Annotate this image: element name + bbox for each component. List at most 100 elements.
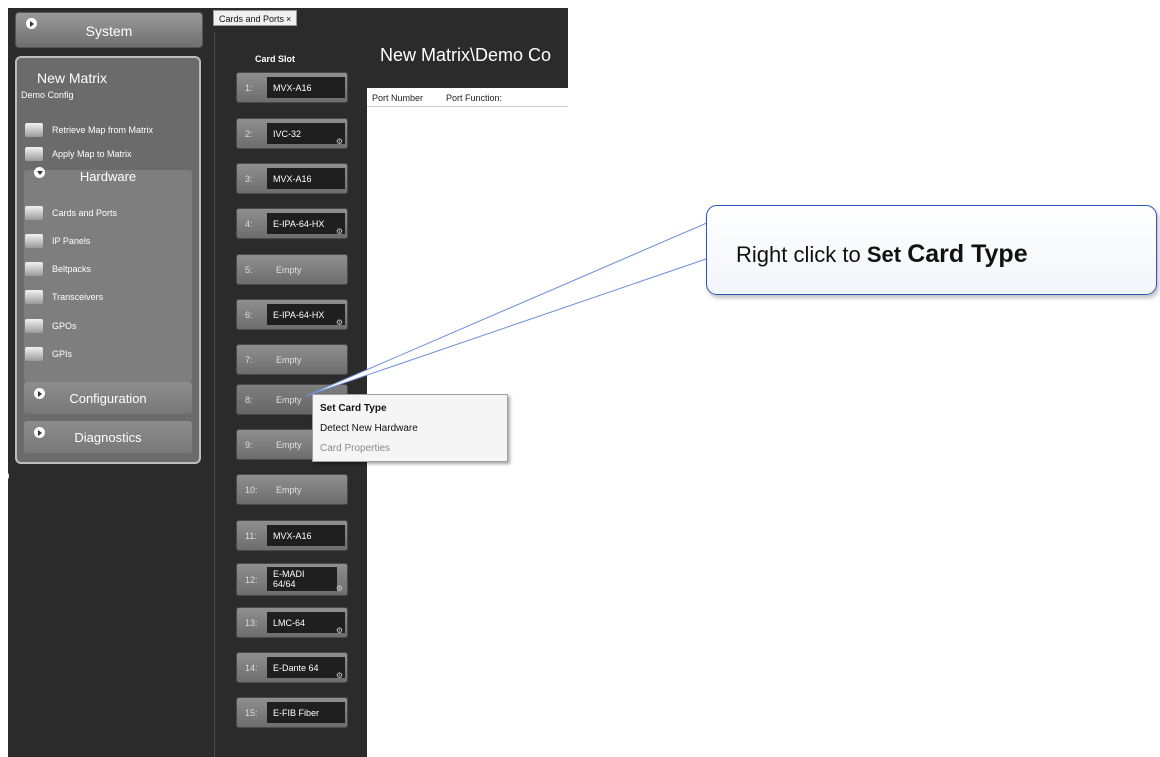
sidebar-item-transceivers[interactable]: Transceivers [25,287,103,307]
card-slot[interactable]: 4: E-IPA-64-HX ⚙ [236,208,348,239]
callout-box: Right click to Set Card Type [706,205,1157,295]
card-type: Empty [276,355,302,365]
transceiver-icon [25,290,43,304]
hardware-header[interactable]: Hardware [24,162,192,194]
card-slot[interactable]: 11: MVX-A16 [236,520,348,551]
card-type: Empty [276,265,302,275]
slot-number: 7: [245,355,253,365]
retrieve-map-button[interactable]: Retrieve Map from Matrix [25,120,153,140]
sidebar-item-beltpacks[interactable]: Beltpacks [25,259,91,279]
menu-item-detect-new-hardware[interactable]: Detect New Hardware [320,423,418,434]
card-slot[interactable]: 13: LMC-64 ⚙ [236,607,348,638]
menu-item-card-properties: Card Properties [320,443,391,454]
card-type: E-MADI 64/64 [267,567,337,591]
sidebar-item-gpos[interactable]: GPOs [25,316,77,336]
retrieve-map-label: Retrieve Map from Matrix [52,125,154,135]
callout-bold-set: Set [866,242,902,267]
gear-icon: ⚙ [335,318,343,327]
ip-panels-icon [25,234,43,248]
card-type: IVC-32 [267,123,345,144]
card-slot[interactable]: 5: Empty [236,254,348,285]
configuration-header[interactable]: Configuration [24,382,192,414]
card-slot[interactable]: 15: E-FIB Fiber [236,697,348,728]
sidebar-item-label: Beltpacks [52,264,92,274]
slot-number: 2: [245,129,253,139]
system-button[interactable]: System [15,12,203,48]
column-header-port-function[interactable]: Port Function: [446,93,502,103]
sidebar-item-label: Transceivers [52,292,104,302]
card-type: Empty [276,485,302,495]
app-window: System New Matrix Demo Config Retrieve M… [8,8,568,757]
page-title: New Matrix\Demo Co [380,45,552,65]
diagnostics-header[interactable]: Diagnostics [24,421,192,453]
card-slot[interactable]: 2: IVC-32 ⚙ [236,118,348,149]
main-header: New Matrix\Demo Co [367,32,568,88]
sidebar-item-label: Cards and Ports [52,208,118,218]
sidebar-item-gpis[interactable]: GPIs [25,344,72,364]
slot-number: 1: [245,83,253,93]
diagnostics-label: Diagnostics [74,430,142,445]
slot-number: 15: [245,708,258,718]
card-type: E-IPA-64-HX [267,304,345,325]
gear-icon: ⚙ [335,137,343,146]
slot-number: 6: [245,310,253,320]
card-slot[interactable]: 14: E-Dante 64 ⚙ [236,652,348,683]
card-slot-header: Card Slot [254,54,295,64]
gear-icon: ⚙ [335,584,343,593]
card-slot[interactable]: 6: E-IPA-64-HX ⚙ [236,299,348,330]
slot-number: 8: [245,395,253,405]
card-type: E-FIB Fiber [267,702,345,723]
card-slot[interactable]: 1: MVX-A16 [236,72,348,103]
sidebar-item-label: GPIs [52,349,73,359]
card-type: Empty [276,395,302,405]
header-divider [367,106,568,107]
slot-number: 10: [245,485,258,495]
sidebar-item-label: IP Panels [52,236,91,246]
card-type: Empty [276,440,302,450]
gear-icon: ⚙ [335,626,343,635]
slot-number: 4: [245,219,253,229]
apply-map-label: Apply Map to Matrix [52,149,132,159]
slot-number: 3: [245,174,253,184]
sidebar-item-ip-panels[interactable]: IP Panels [25,231,90,251]
slot-number: 11: [245,531,257,541]
slot-number: 14: [245,663,258,673]
sidebar-resize-handle[interactable] [8,470,9,482]
beltpack-icon [25,262,43,276]
card-type: LMC-64 [267,612,345,633]
system-label: System [85,23,133,39]
slot-number: 9: [245,440,253,450]
configuration-label: Configuration [69,391,147,406]
callout-bold-card-type: Card Type [907,240,1028,268]
gpo-icon [25,319,43,333]
callout-text: Right click to Set Card Type [736,240,1028,269]
column-header-port-number[interactable]: Port Number [372,93,423,103]
matrix-subtitle: Demo Config [21,90,74,100]
sidebar-item-cards-and-ports[interactable]: Cards and Ports [25,203,117,223]
retrieve-map-icon [25,123,43,137]
menu-item-set-card-type[interactable]: Set Card Type [320,403,387,414]
card-type: E-Dante 64 [267,657,345,678]
card-slot[interactable]: 10: Empty [236,474,348,505]
card-slot[interactable]: 12: E-MADI 64/64 ⚙ [236,563,348,596]
card-slot[interactable]: 7: Empty [236,344,348,375]
callout-prefix: Right click to [736,242,867,267]
tab-label: Cards and Ports [219,14,285,24]
card-type: E-IPA-64-HX [267,213,345,234]
sidebar-item-label: GPOs [52,321,77,331]
tab-cards-and-ports[interactable]: Cards and Ports × [213,10,298,26]
card-type: MVX-A16 [267,525,345,546]
hardware-label: Hardware [79,169,137,184]
close-icon[interactable]: × [286,14,291,24]
gear-icon: ⚙ [335,671,343,680]
sidebar: System New Matrix Demo Config Retrieve M… [8,8,210,757]
context-menu: Set Card Type Detect New Hardware Card P… [312,394,508,462]
gpi-icon [25,347,43,361]
apply-map-icon [25,147,43,161]
cards-ports-icon [25,206,43,220]
apply-map-button[interactable]: Apply Map to Matrix [25,144,132,164]
card-type: MVX-A16 [267,168,345,189]
matrix-title: New Matrix [37,70,108,86]
card-slot[interactable]: 3: MVX-A16 [236,163,348,194]
slot-number: 12: [245,575,258,585]
